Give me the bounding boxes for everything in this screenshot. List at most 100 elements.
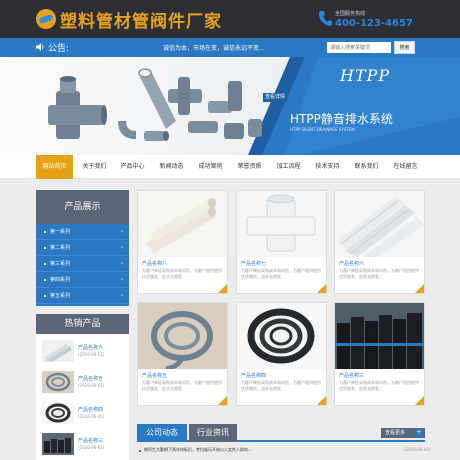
- top-header: 塑料管材管阀件厂家 全国服务热线 400-123-4657: [0, 0, 460, 38]
- hot-product-item[interactable]: 产品名称三 (2016-06-01): [42, 433, 126, 460]
- phone-icon: [319, 11, 332, 26]
- bullet-icon: [44, 231, 46, 233]
- notice-label: 公告:: [48, 44, 70, 54]
- hot-product-item[interactable]: 产品名称六 (2016-06-01): [42, 340, 126, 368]
- product-name[interactable]: 产品名称五: [142, 372, 167, 379]
- category-item[interactable]: 第二系列 ›: [36, 240, 129, 256]
- category-item[interactable]: 第四系列 ›: [36, 272, 129, 288]
- hot-product-date: (2016-06-01): [78, 414, 105, 419]
- product-image: [335, 303, 424, 369]
- notice-text[interactable]: 诚信为本，市场在变，诚信永远不变...: [163, 43, 265, 52]
- view-more-label: 查看更多: [385, 430, 406, 436]
- plus-icon: +: [415, 429, 423, 437]
- product-name[interactable]: 产品名称三: [339, 372, 364, 379]
- product-description: 为客户降低采购成本和风险，为客户提供提供优质服务，追求长期发...: [142, 380, 222, 391]
- corner-marker-icon: [415, 284, 424, 293]
- product-card[interactable]: 产品名称四 为客户降低采购成本和风险，为客户提供提供优质服务，追求长期发...: [236, 302, 327, 406]
- product-image: [237, 191, 326, 257]
- hot-products-title: 热销产品: [36, 314, 129, 334]
- category-label: 第一系列: [50, 229, 71, 235]
- news-list-item[interactable]: 做阿生大勤狮了两年快板后，考拉娱乐开始以入女性人群的... (2016-06-0…: [137, 447, 430, 457]
- product-description: 为客户降低采购成本和风险，为客户提供提供优质服务，追求长期发...: [241, 268, 321, 279]
- category-label: 第四系列: [50, 277, 71, 283]
- hot-product-name: 产品名称五: [78, 376, 104, 382]
- product-description: 为客户降低采购成本和风险，为客户提供提供优质服务，追求长期发...: [339, 268, 419, 279]
- hot-product-thumbnail: [42, 402, 74, 424]
- news-title[interactable]: 做阿生大勤狮了两年快板后，考拉娱乐开始以入女性人群的...: [144, 447, 252, 453]
- pipe-fittings-image: [48, 68, 262, 141]
- corner-marker-icon: [218, 396, 227, 405]
- nav-cases[interactable]: 成功案例: [192, 155, 229, 179]
- logo-icon[interactable]: [36, 9, 56, 29]
- product-card[interactable]: 产品名称三 为客户降低采购成本和风险，为客户提供提供优质服务，追求长期发...: [334, 302, 425, 406]
- banner-subtitle: HTPP SILENT DRAINAGE SYSTEM: [290, 127, 355, 132]
- bullet-icon: [44, 263, 46, 265]
- hot-product-name: 产品名称六: [78, 345, 104, 351]
- nav-contact[interactable]: 联系我们: [348, 155, 385, 179]
- banner-title: HTPP静音排水系统: [290, 112, 393, 126]
- nav-process[interactable]: 加工流程: [270, 155, 307, 179]
- product-card[interactable]: 产品名称六 为客户降低采购成本和风险，为客户提供提供优质服务，追求长期发...: [334, 190, 425, 294]
- bullet-icon: [139, 450, 141, 452]
- hot-product-thumbnail: [42, 340, 74, 362]
- category-item[interactable]: 第一系列 ›: [36, 224, 129, 240]
- hotline-number: 400-123-4657: [335, 18, 413, 29]
- chevron-right-icon: ›: [120, 244, 123, 251]
- nav-about[interactable]: 关于我们: [76, 155, 113, 179]
- nav-honors[interactable]: 荣誉资质: [231, 155, 268, 179]
- tab-company-news[interactable]: 公司动态: [137, 424, 187, 442]
- chevron-right-icon: ›: [120, 276, 123, 283]
- search-input[interactable]: [327, 42, 391, 53]
- nav-support[interactable]: 技术支持: [309, 155, 346, 179]
- banner-htpp-text: HTPP: [340, 66, 391, 85]
- product-image: [138, 303, 227, 369]
- main-nav: 网站首页 关于我们 产品中心 新闻动态 成功案例 荣誉资质 加工流程 技术支持 …: [0, 155, 460, 179]
- hot-product-item[interactable]: 产品名称五 (2016-06-01): [42, 371, 126, 399]
- category-item[interactable]: 第三系列 ›: [36, 256, 129, 272]
- nav-products[interactable]: 产品中心: [114, 155, 151, 179]
- hot-product-thumbnail: [42, 371, 74, 393]
- hot-product-thumbnail: [42, 433, 74, 455]
- chevron-right-icon: ›: [120, 292, 123, 299]
- banner-detail-tag[interactable]: 查看详情: [263, 93, 287, 102]
- bullet-icon: [44, 295, 46, 297]
- product-category-panel: 产品展示 第一系列 › 第二系列 › 第三系列 › 第四系列 › 第五系列 ›: [36, 190, 129, 306]
- product-card[interactable]: 产品名称五 为客户降低采购成本和风险，为客户提供提供优质服务，追求长期发...: [137, 302, 228, 406]
- category-label: 第五系列: [50, 293, 71, 299]
- product-card[interactable]: 产品名称八 为客户降低采购成本和风险，为客户提供提供优质服务，追求长期发...: [137, 190, 228, 294]
- corner-marker-icon: [415, 396, 424, 405]
- products-panel-title: 产品展示: [36, 190, 129, 224]
- hotline-label: 全国服务热线: [335, 11, 366, 17]
- nav-home[interactable]: 网站首页: [36, 155, 73, 179]
- product-image: [138, 191, 227, 257]
- bullet-icon: [44, 247, 46, 249]
- hot-product-date: (2016-06-01): [78, 445, 105, 450]
- view-more-button[interactable]: 查看更多 +: [381, 428, 425, 438]
- hot-product-item[interactable]: 产品名称四 (2016-06-01): [42, 402, 126, 430]
- product-description: 为客户降低采购成本和风险，为客户提供提供优质服务，追求长期发...: [339, 380, 419, 391]
- corner-marker-icon: [317, 396, 326, 405]
- category-label: 第二系列: [50, 245, 71, 251]
- product-image: [335, 191, 424, 257]
- product-name[interactable]: 产品名称四: [241, 372, 266, 379]
- hot-product-name: 产品名称四: [78, 407, 104, 413]
- chevron-right-icon: ›: [120, 260, 123, 267]
- news-tab-bar: 公司动态 行业资讯 查看更多 +: [137, 424, 425, 442]
- logo-text[interactable]: 塑料管材管阀件厂家: [60, 7, 222, 32]
- nav-news[interactable]: 新闻动态: [153, 155, 190, 179]
- product-name[interactable]: 产品名称八: [142, 260, 167, 267]
- notice-bar: 公告: 诚信为本，市场在变，诚信永远不变... 搜索: [0, 38, 460, 57]
- chevron-right-icon: ›: [120, 228, 123, 235]
- nav-message[interactable]: 在线留言: [387, 155, 424, 179]
- hero-banner[interactable]: 查看详情 HTPP HTPP静音排水系统 HTPP SILENT DRAINAG…: [0, 57, 460, 155]
- product-name[interactable]: 产品名称六: [339, 260, 364, 267]
- product-card[interactable]: 产品名称七 为客户降低采购成本和风险，为客户提供提供优质服务，追求长期发...: [236, 190, 327, 294]
- search-button[interactable]: 搜索: [394, 41, 415, 54]
- tab-industry-news[interactable]: 行业资讯: [189, 424, 237, 442]
- bullet-icon: [44, 279, 46, 281]
- product-name[interactable]: 产品名称七: [241, 260, 266, 267]
- corner-marker-icon: [317, 284, 326, 293]
- category-item[interactable]: 第五系列 ›: [36, 288, 129, 304]
- news-date: (2016-06-02): [404, 447, 431, 452]
- hot-product-date: (2016-06-01): [78, 352, 105, 357]
